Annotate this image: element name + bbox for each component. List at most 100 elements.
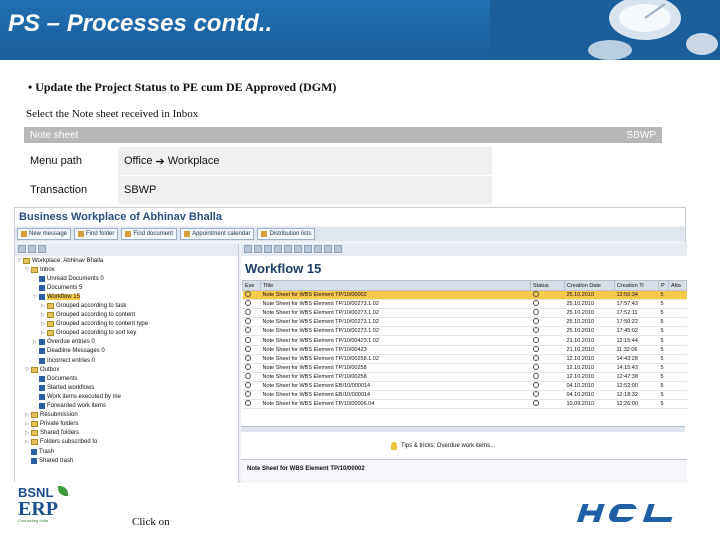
expand-icon[interactable] xyxy=(18,245,26,253)
table-row[interactable]: Note Sheet for WBS Element TP/10/00273.1… xyxy=(242,326,687,337)
row-creation-time: 14:43:28 xyxy=(614,354,659,364)
row-creation-date: 21.10.2010 xyxy=(564,345,615,355)
instruction-subnote: Select the Note sheet received in Inbox xyxy=(26,108,199,120)
folder-icon xyxy=(47,303,54,310)
table-row[interactable]: Note Sheet for WBS Element EB/10/000014 0… xyxy=(242,390,687,401)
tree-item[interactable]: ▷ Shared folders xyxy=(15,429,238,438)
table-row[interactable]: Note Sheet for WBS Element TP/10/00273.1… xyxy=(242,317,687,328)
table-row[interactable]: Note Sheet for WBS Element EB/10/000014 0… xyxy=(242,381,687,392)
horizontal-scrollbar[interactable] xyxy=(241,426,685,432)
execute-icon[interactable] xyxy=(244,327,251,334)
execute-icon[interactable] xyxy=(244,400,251,407)
tree-item-label: Documents xyxy=(47,375,78,382)
column-header[interactable]: Atta xyxy=(668,280,687,291)
table-row[interactable]: Note Sheet for WBS Element TP/10/00258 12… xyxy=(242,363,687,373)
table-row[interactable]: Note Sheet for WBS Element TP/10/00273.1… xyxy=(242,308,687,319)
tree-item[interactable]: Incorrect entries 0 xyxy=(15,356,238,365)
table-row[interactable]: Note Sheet for WBS Element TP/10/00258 12… xyxy=(242,372,687,382)
tree-item[interactable]: ▽ Workplace: Abhinav Bhalla xyxy=(15,256,238,265)
toolbar-button-label: Distribution lists xyxy=(269,231,312,237)
tree-item[interactable]: ▷ Grouped according to content xyxy=(15,311,238,320)
sort-icon[interactable] xyxy=(294,245,302,253)
delete-icon[interactable] xyxy=(274,245,282,253)
column-header[interactable]: Creation Ti xyxy=(614,280,659,291)
print-icon[interactable] xyxy=(304,245,312,253)
tree-item[interactable]: Trash xyxy=(15,447,238,456)
toolbar-button-find-folder[interactable]: Find folder xyxy=(74,228,119,240)
tips-and-tricks[interactable]: Tips & tricks: Overdue work items... xyxy=(391,442,495,450)
tree-item[interactable]: ▽ Workflow 15 xyxy=(15,292,238,301)
column-header[interactable]: P xyxy=(658,280,669,291)
column-header[interactable]: Exe xyxy=(242,280,261,291)
tree-item[interactable]: Work items executed by me xyxy=(15,392,238,401)
execute-icon[interactable] xyxy=(244,381,251,388)
execute-icon[interactable] xyxy=(244,363,251,370)
status-icon xyxy=(532,300,539,307)
execute-icon[interactable] xyxy=(244,245,252,253)
preview-pane: Note Sheet for WBS Element TP/10/00002 xyxy=(241,459,687,483)
table-row[interactable]: Note Sheet for WBS Element TP/10/00423.1… xyxy=(242,335,687,346)
icon-cell xyxy=(530,381,565,392)
refresh-icon[interactable] xyxy=(38,245,46,253)
row-creation-time: 17:45:02 xyxy=(614,326,659,337)
tree-item[interactable]: Documents 5 xyxy=(15,283,238,292)
tree-item[interactable]: ▷ Folders subscribed to xyxy=(15,438,238,447)
tree-item[interactable]: ▷ Overdue entries 0 xyxy=(15,338,238,347)
filter-icon[interactable] xyxy=(284,245,292,253)
tree-item[interactable]: Documents xyxy=(15,374,238,383)
forward-icon[interactable] xyxy=(264,245,272,253)
table-row[interactable]: Note Sheet for WBS Element TP/10/00002 25… xyxy=(242,290,687,301)
export-icon[interactable] xyxy=(314,245,322,253)
tree-item[interactable]: ▷ Resubmission xyxy=(15,411,238,420)
tree-item-label: Inbox xyxy=(40,266,55,273)
execute-icon[interactable] xyxy=(244,291,251,298)
collapse-icon[interactable] xyxy=(28,245,36,253)
execute-icon[interactable] xyxy=(244,354,251,361)
display-icon[interactable] xyxy=(254,245,262,253)
table-row[interactable]: Note Sheet for WBS Element TP/10/00006.0… xyxy=(242,399,687,410)
tree-item[interactable]: Shared trash xyxy=(15,456,238,465)
execute-icon[interactable] xyxy=(244,391,251,398)
row-creation-date: 25.10.2010 xyxy=(564,326,615,337)
table-row[interactable]: Note Sheet for WBS Element TP/10/00423 21… xyxy=(242,345,687,355)
execute-icon[interactable] xyxy=(244,372,251,379)
execute-icon[interactable] xyxy=(244,309,251,316)
row-title: Note Sheet for WBS Element TP/10/00423 xyxy=(260,345,531,355)
toolbar-button-new-message[interactable]: New message xyxy=(17,228,72,240)
tree-item[interactable]: ▷ Private folders xyxy=(15,420,238,429)
column-header[interactable]: Creation Date xyxy=(564,280,615,291)
attachment-cell xyxy=(668,363,687,373)
toolbar-button-distribution-lists[interactable]: Distribution lists xyxy=(257,228,316,240)
column-header[interactable]: Status xyxy=(530,280,565,291)
table-row[interactable]: Note Sheet for WBS Element TP/10/00273.1… xyxy=(242,299,687,310)
icon-cell xyxy=(242,354,261,364)
row-priority: 5 xyxy=(658,363,669,373)
tree-item[interactable]: ▽ Inbox xyxy=(15,265,238,274)
column-header[interactable]: Title xyxy=(260,280,531,291)
tree-item-label: Trash xyxy=(39,448,55,455)
execute-icon[interactable] xyxy=(244,336,251,343)
tree-item-label: Resubmission xyxy=(40,412,78,419)
tree-item-label: Folders subscribed to xyxy=(40,439,98,446)
tree-item[interactable]: Unread Documents 0 xyxy=(15,274,238,283)
tree-item[interactable]: ▽ Outbox xyxy=(15,365,238,374)
layout-icon[interactable] xyxy=(324,245,332,253)
execute-icon[interactable] xyxy=(244,345,251,352)
icon-cell xyxy=(242,381,261,392)
tree-item[interactable]: Started workflows xyxy=(15,383,238,392)
table-row[interactable]: Note Sheet for WBS Element TP/10/00258.1… xyxy=(242,354,687,364)
tree-item[interactable]: Deadline Messages 0 xyxy=(15,347,238,356)
bsnl-tagline: Connecting India xyxy=(18,518,49,523)
sum-icon[interactable] xyxy=(334,245,342,253)
folder-icon xyxy=(31,366,38,373)
tree-item[interactable]: ▷ Grouped according to sort key xyxy=(15,329,238,338)
execute-icon[interactable] xyxy=(244,300,251,307)
toolbar-button-appointment-calendar[interactable]: Appointment calendar xyxy=(180,228,255,240)
tree-item[interactable]: ▷ Grouped according to task xyxy=(15,301,238,310)
tree-item[interactable]: ▷ Grouped according to content type xyxy=(15,320,238,329)
toolbar-button-find-document[interactable]: Find document xyxy=(121,228,178,240)
tree-item[interactable]: Forwarded work items xyxy=(15,402,238,411)
execute-icon[interactable] xyxy=(244,318,251,325)
row-title: Note Sheet for WBS Element TP/10/00273.1… xyxy=(260,308,531,319)
icon-cell xyxy=(530,372,565,382)
